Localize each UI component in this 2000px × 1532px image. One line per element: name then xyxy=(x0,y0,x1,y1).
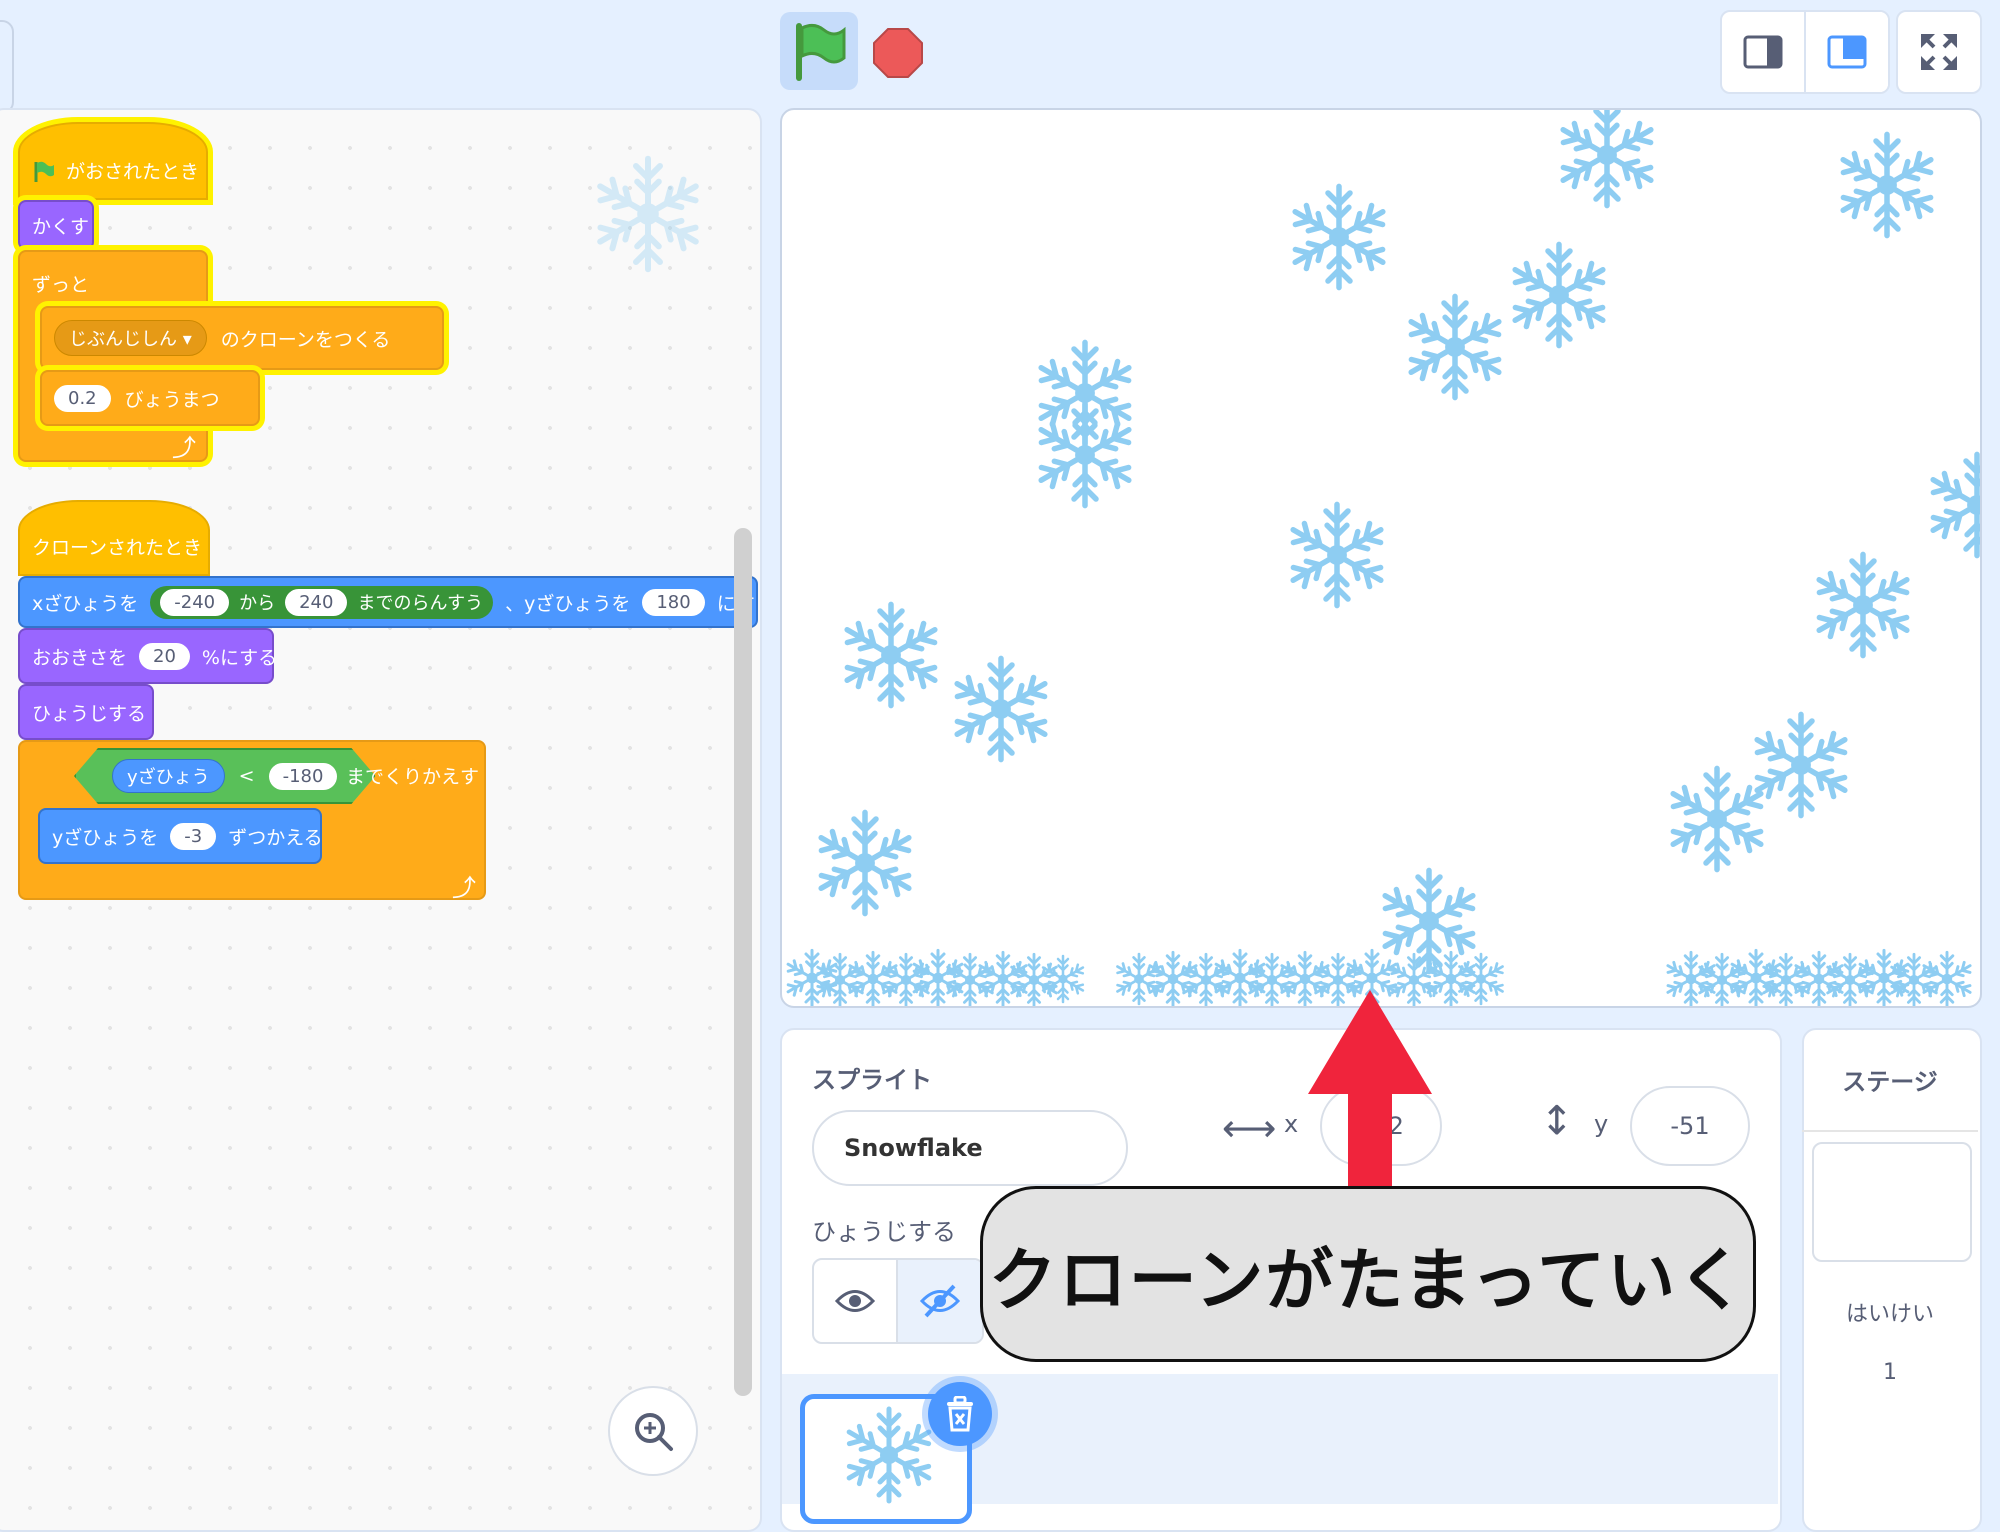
change-y-block[interactable]: yざひょうを -3 ずつかえる xyxy=(38,808,323,864)
goto-y-input[interactable]: 180 xyxy=(642,588,705,616)
change-y-tail-label: ずつかえる xyxy=(228,826,323,849)
y-arrows-icon: ↕ xyxy=(1540,1098,1574,1144)
hide-block[interactable]: かくす xyxy=(18,200,94,250)
backdrops-label: はいけい xyxy=(1845,1302,1934,1327)
small-stage-button[interactable] xyxy=(1722,12,1804,92)
show-label: ひょうじする xyxy=(32,702,147,725)
loop-arrow-icon: ⤴ xyxy=(172,434,196,462)
backdrop-thumbnail[interactable] xyxy=(1812,1142,1972,1262)
hat-label: がおされたとき xyxy=(66,161,200,183)
green-flag-icon xyxy=(34,161,54,182)
create-clone-block[interactable]: じぶんじしん ▾ のクローンをつくる xyxy=(40,306,444,370)
green-flag-icon xyxy=(796,23,846,81)
wait-block[interactable]: 0.2 びょうまつ xyxy=(40,370,260,426)
zoom-in-button[interactable] xyxy=(608,1386,698,1476)
y-position-reporter[interactable]: yざひょう xyxy=(112,759,225,793)
random-label: までのらんすう xyxy=(357,593,484,614)
goto-y-label: 、yざひょうを xyxy=(505,592,631,615)
change-y-input[interactable]: -3 xyxy=(170,822,217,850)
stage-size-toggle xyxy=(1720,10,1890,94)
when-flag-clicked-block[interactable]: がおされたとき xyxy=(18,122,208,200)
goto-xy-block[interactable]: xざひょうを -240 から 240 までのらんすう 、yざひょうを 180 に… xyxy=(18,576,758,628)
fullscreen-icon xyxy=(1921,34,1957,70)
stage[interactable] xyxy=(780,108,1982,1008)
wait-label: びょうまつ xyxy=(124,388,220,411)
show-block[interactable]: ひょうじする xyxy=(18,684,154,740)
set-size-block[interactable]: おおきさを 20 %にする xyxy=(18,628,278,684)
x-label: x xyxy=(1284,1110,1299,1138)
visibility-toggle xyxy=(812,1258,984,1344)
stage-canvas xyxy=(782,110,1980,1006)
y-position-field[interactable]: -51 xyxy=(1630,1086,1750,1166)
fullscreen-button[interactable] xyxy=(1896,10,1982,94)
annotation-arrow-icon xyxy=(1308,990,1432,1188)
show-label: ひょうじする xyxy=(812,1218,956,1246)
delete-sprite-button[interactable] xyxy=(928,1382,992,1446)
y-label: y xyxy=(1594,1110,1609,1138)
snowflake-icon xyxy=(839,1405,939,1505)
clone-target-dropdown[interactable]: じぶんじしん ▾ xyxy=(54,320,207,356)
forever-label: ずっと xyxy=(32,274,90,296)
operator-symbol: < xyxy=(238,765,255,787)
zoom-in-icon xyxy=(635,1413,673,1451)
size-tail-label: %にする xyxy=(201,646,278,669)
large-stage-button[interactable] xyxy=(1806,12,1888,92)
random-to-input[interactable]: 240 xyxy=(285,588,348,616)
x-arrows-icon: ⟷ xyxy=(1222,1106,1277,1150)
trash-icon xyxy=(947,1396,973,1432)
random-reporter[interactable]: -240 から 240 までのらんすう xyxy=(150,585,494,619)
wait-input[interactable]: 0.2 xyxy=(54,384,111,412)
clone-label: のクローンをつくる xyxy=(220,328,391,351)
green-flag-button[interactable] xyxy=(780,12,858,90)
divider xyxy=(1802,1130,1978,1132)
sprite-info-title: スプライト xyxy=(812,1066,932,1094)
hide-sprite-button[interactable] xyxy=(898,1260,982,1342)
stage-selector-panel[interactable] xyxy=(1802,1028,1982,1532)
stop-button[interactable] xyxy=(872,27,924,79)
random-from-input[interactable]: -240 xyxy=(160,588,230,616)
editor-tab-edge xyxy=(0,20,14,114)
less-than-operator[interactable]: yざひょう < -180 xyxy=(74,748,375,804)
large-stage-icon xyxy=(1827,35,1867,69)
hide-label: かくす xyxy=(32,215,90,238)
clone-hat-label: クローンされたとき xyxy=(32,537,203,559)
eye-slash-icon xyxy=(920,1284,960,1318)
eye-icon xyxy=(835,1290,875,1312)
when-clone-starts-block[interactable]: クローンされたとき xyxy=(18,500,210,576)
size-input[interactable]: 20 xyxy=(139,642,190,670)
code-scrollbar[interactable] xyxy=(734,528,752,1396)
compare-value-input[interactable]: -180 xyxy=(269,763,338,790)
repeat-until-label: までくりかえす xyxy=(346,766,480,788)
annotation-callout: クローンがたまっていく xyxy=(980,1186,1756,1362)
loop-arrow-icon: ⤴ xyxy=(452,874,476,902)
stage-panel-title: ステージ xyxy=(1842,1068,1938,1096)
change-y-label: yざひょうを xyxy=(52,826,159,849)
backdrops-count: 1 xyxy=(1883,1360,1897,1385)
random-mid-label: から xyxy=(239,593,276,614)
sprite-name-field[interactable]: Snowflake xyxy=(812,1110,1128,1186)
clone-target-value: じぶんじしん xyxy=(69,329,177,350)
size-label: おおきさを xyxy=(32,646,128,669)
small-stage-icon xyxy=(1743,35,1783,69)
show-sprite-button[interactable] xyxy=(814,1260,896,1342)
goto-x-label: xざひょうを xyxy=(32,592,139,615)
stop-icon xyxy=(873,28,923,78)
sprite-watermark-icon xyxy=(588,154,708,274)
